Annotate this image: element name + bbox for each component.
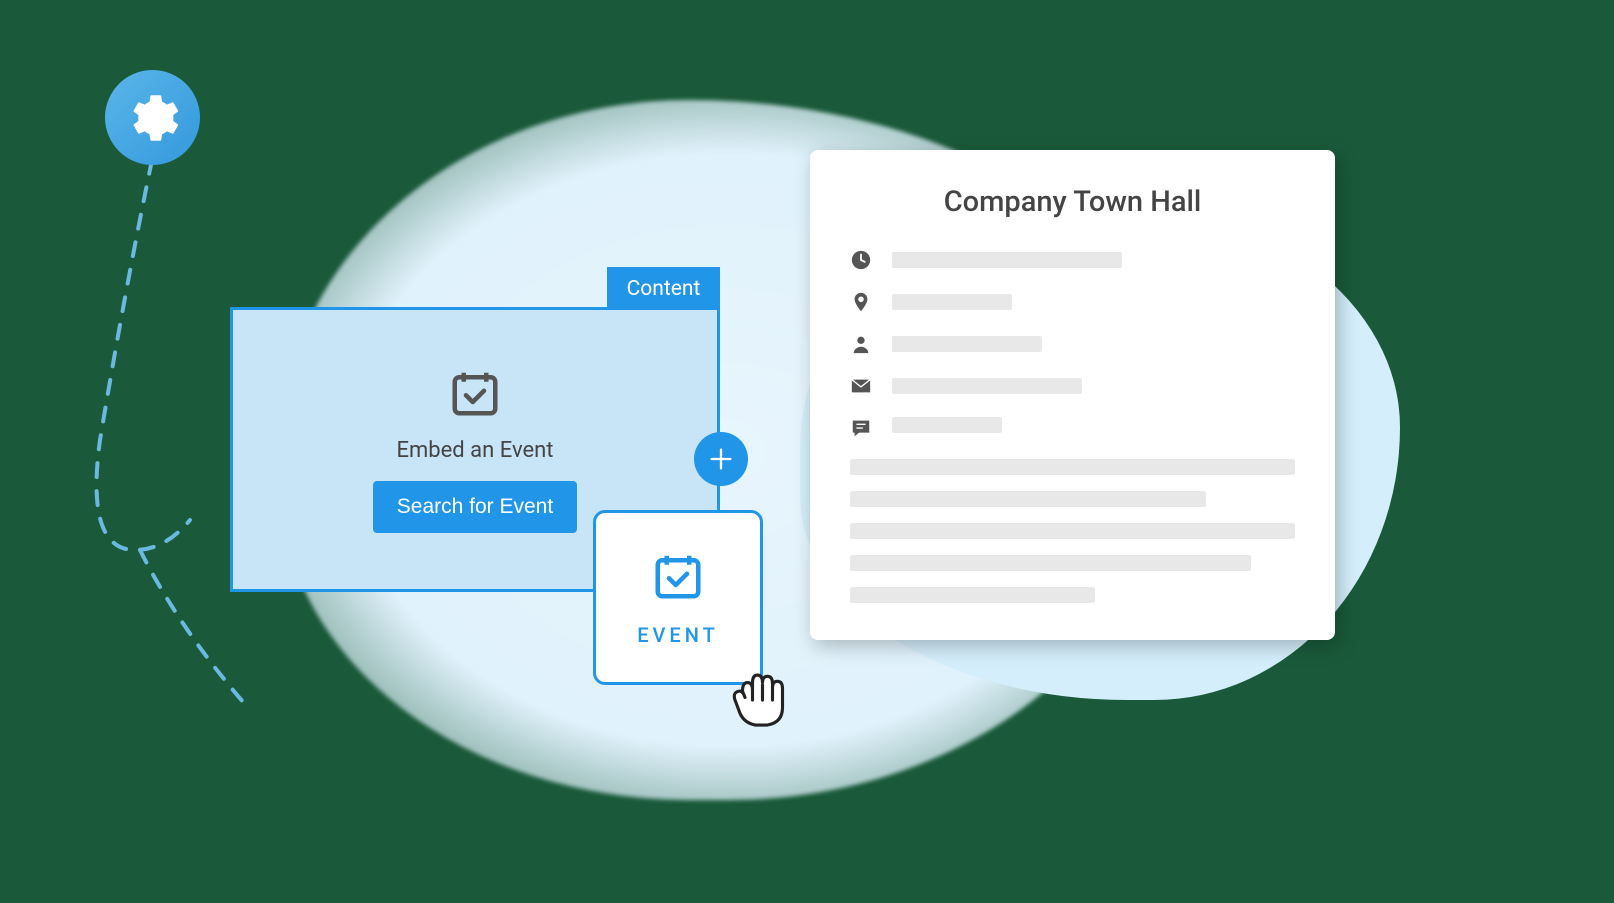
placeholder-line	[892, 378, 1082, 394]
event-widget-card[interactable]: EVENT	[593, 510, 763, 685]
description-paragraph-lines	[850, 459, 1295, 603]
grab-hand-cursor-icon	[720, 660, 795, 735]
plus-icon	[707, 445, 735, 473]
placeholder-line	[892, 417, 1002, 433]
location-pin-icon	[850, 291, 872, 313]
clock-icon	[850, 249, 872, 271]
content-tab[interactable]: Content	[607, 267, 720, 310]
search-event-button[interactable]: Search for Event	[373, 481, 577, 533]
event-details-title: Company Town Hall	[850, 185, 1295, 219]
person-icon	[850, 333, 872, 355]
calendar-check-icon	[651, 549, 705, 603]
calendar-check-icon	[448, 366, 502, 420]
event-details-card: Company Town Hall	[810, 150, 1335, 640]
placeholder-line	[892, 336, 1042, 352]
placeholder-line	[892, 252, 1122, 268]
detail-row-location	[850, 291, 1295, 313]
gear-badge[interactable]	[105, 70, 200, 165]
content-tab-label: Content	[627, 277, 701, 301]
add-button[interactable]	[694, 432, 748, 486]
placeholder-line	[850, 459, 1295, 475]
detail-row-description	[850, 417, 1295, 439]
placeholder-line	[892, 294, 1012, 310]
detail-row-person	[850, 333, 1295, 355]
placeholder-line	[850, 555, 1251, 571]
detail-row-email	[850, 375, 1295, 397]
detail-row-time	[850, 249, 1295, 271]
embed-event-label: Embed an Event	[396, 438, 553, 463]
placeholder-line	[850, 523, 1295, 539]
placeholder-line	[850, 491, 1206, 507]
gear-icon	[127, 92, 179, 144]
envelope-icon	[850, 375, 872, 397]
event-card-label: EVENT	[637, 623, 719, 647]
search-event-button-label: Search for Event	[397, 495, 553, 518]
placeholder-line	[850, 587, 1095, 603]
message-icon	[850, 417, 872, 439]
